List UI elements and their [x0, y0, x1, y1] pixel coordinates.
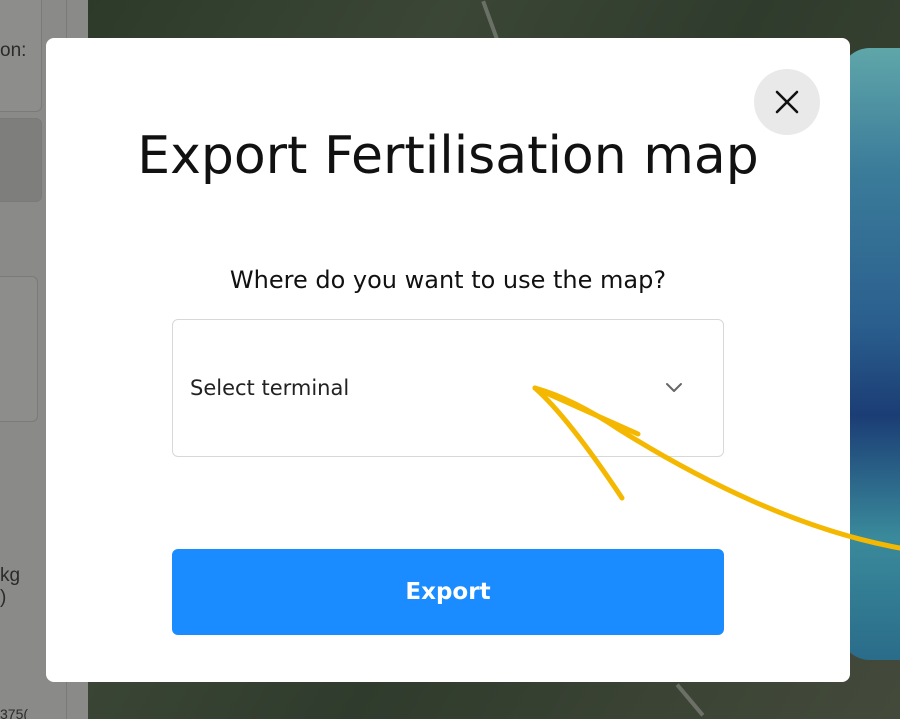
map-road	[675, 683, 705, 717]
background-unit-line2: )	[0, 587, 7, 608]
background-label: on:	[0, 40, 27, 61]
chevron-down-icon	[666, 383, 682, 392]
background-card	[0, 118, 42, 202]
map-road	[481, 0, 499, 40]
export-button[interactable]: Export	[172, 549, 724, 635]
modal-title: Export Fertilisation map	[137, 126, 759, 186]
background-unit-label: kg )	[0, 565, 20, 609]
export-modal: Export Fertilisation map Where do you wa…	[46, 38, 850, 682]
terminal-select[interactable]: Select terminal	[172, 319, 724, 457]
terminal-select-value: Select terminal	[190, 376, 350, 400]
background-value: 375(	[0, 706, 29, 719]
modal-subtitle: Where do you want to use the map?	[229, 266, 667, 294]
background-card	[0, 276, 38, 422]
background-unit-line1: kg	[0, 565, 21, 586]
close-icon	[775, 90, 799, 114]
